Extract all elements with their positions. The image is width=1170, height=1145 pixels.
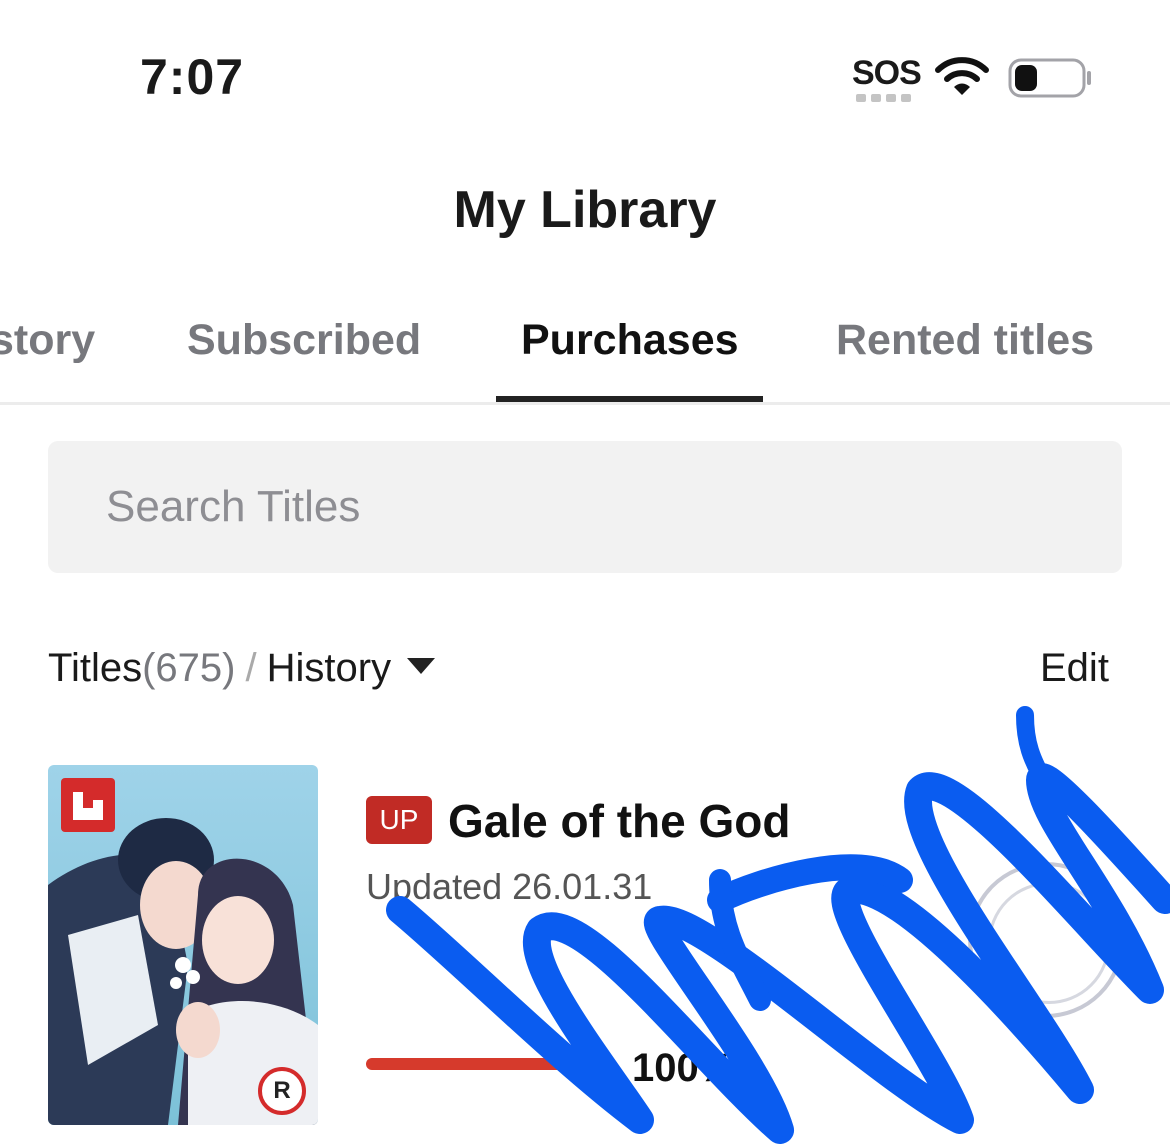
filter-separator: / [245,646,257,690]
library-tabs: story Subscribed Purchases Rented titles [0,310,1170,405]
item-title[interactable]: Gale of the God [448,794,790,848]
update-badge: UP [366,796,432,844]
tab-subscribed[interactable]: Subscribed [187,316,421,365]
brand-logo-icon [61,778,115,832]
brand-mark [73,792,103,820]
page-title: My Library [453,181,717,239]
status-time: 7:07 [140,49,245,105]
wifi-icon [935,57,989,95]
search-input[interactable] [48,441,1122,573]
titles-count-label: Titles [48,646,143,690]
sort-label: History [266,646,392,690]
age-rating-badge: R [258,1067,306,1115]
watermark-stamp [968,862,1124,1018]
item-updated-date: Updated 26.01.31 [366,866,653,907]
tab-history[interactable]: story [0,316,95,365]
tab-rented-titles[interactable]: Rented titles [836,316,1094,365]
search-box [48,441,1122,573]
edit-button[interactable]: Edit [1040,646,1109,691]
filter-row: Titles(675) / History [48,646,436,691]
titles-count-value: (675) [142,646,236,690]
progress-percent: 100% [632,1046,735,1090]
carrier-label: SOS [852,54,922,92]
battery-icon [1008,58,1091,98]
sort-dropdown[interactable]: History [266,646,436,690]
caret-down-icon [407,658,436,675]
active-tab-indicator [496,396,763,402]
signal-dots [856,94,914,102]
tab-purchases[interactable]: Purchases [521,316,739,365]
library-screen: 7:07 SOS My Library story Subscribed Pur… [0,0,1170,1145]
progress-bar [366,1058,606,1070]
